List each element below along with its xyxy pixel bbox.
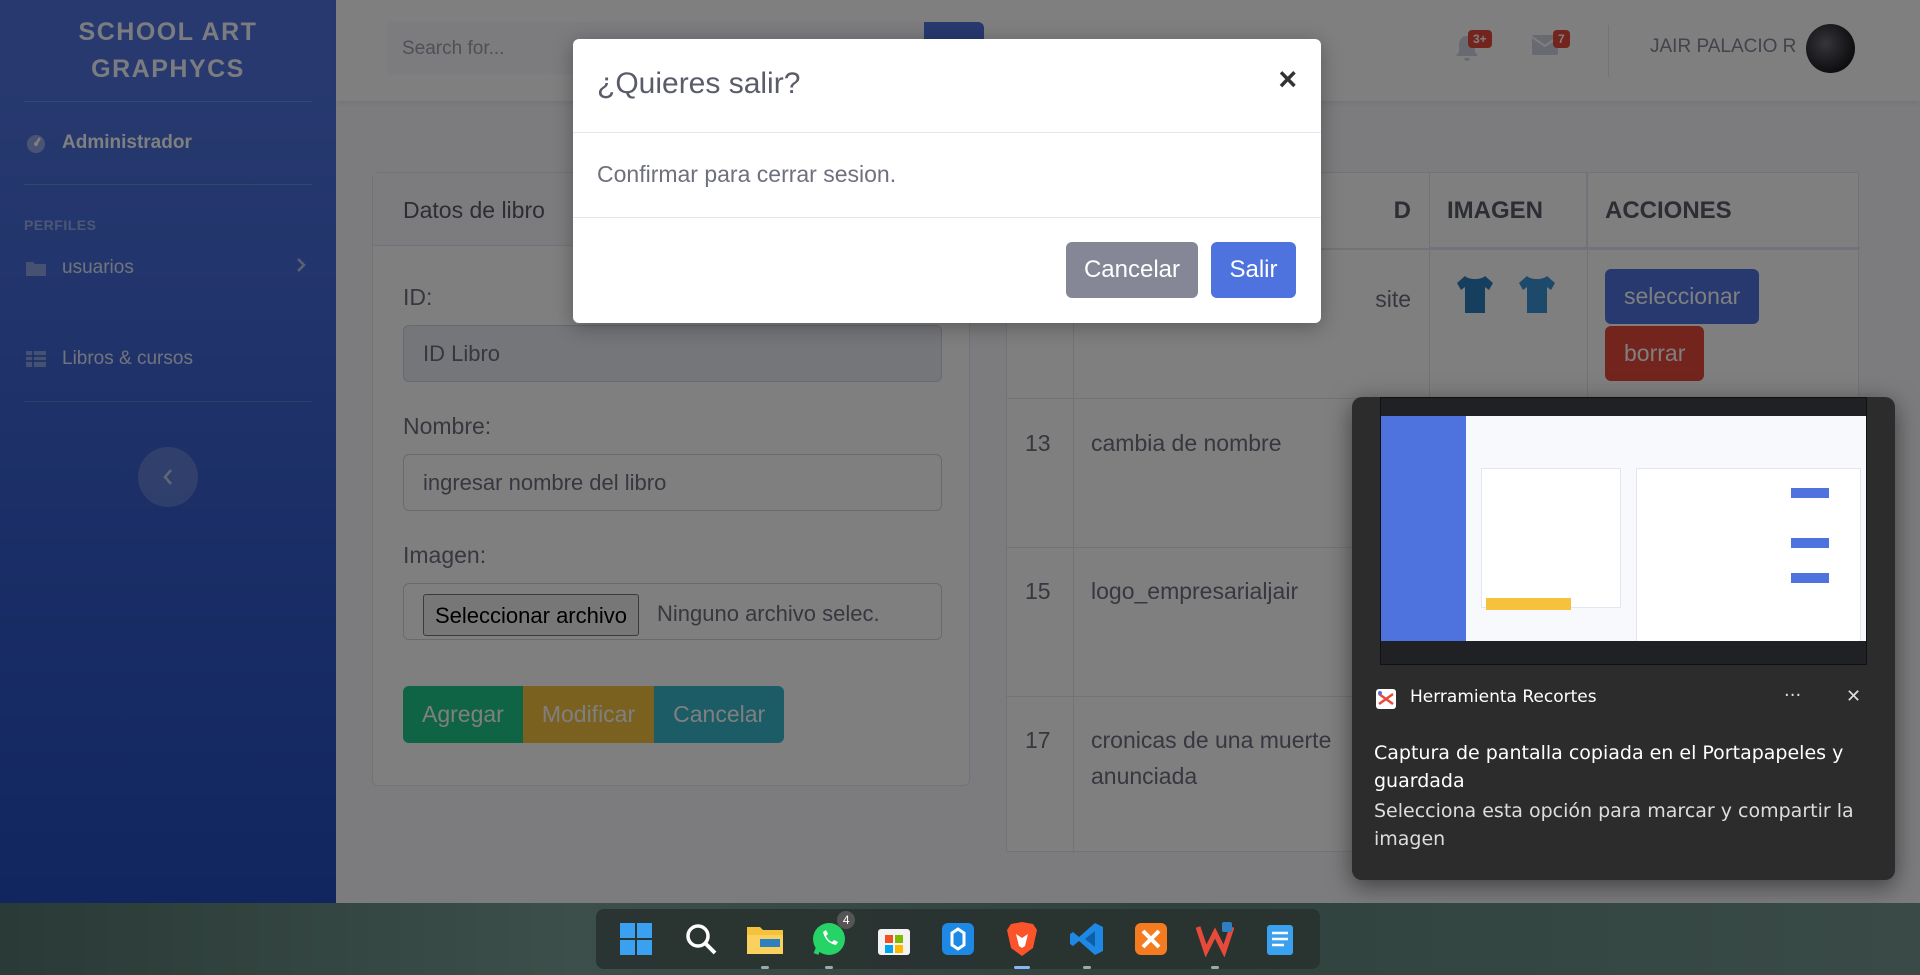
wps-icon[interactable]	[1193, 917, 1237, 969]
modal-header: ¿Quieres salir? ×	[573, 39, 1321, 133]
snipping-tool-icon	[1374, 687, 1398, 715]
taskbar: 4	[0, 903, 1920, 975]
toast-app-name: Herramienta Recortes	[1410, 687, 1597, 707]
xampp-icon[interactable]	[1129, 917, 1173, 961]
modal-footer: Cancelar Salir	[573, 218, 1321, 322]
logout-modal: ¿Quieres salir? × Confirmar para cerrar …	[573, 39, 1321, 323]
modal-title: ¿Quieres salir?	[597, 67, 801, 100]
cancel-button[interactable]: Cancelar	[1066, 242, 1198, 298]
running-indicator	[1014, 966, 1031, 969]
start-icon[interactable]	[614, 917, 658, 961]
screenshot-preview[interactable]	[1380, 397, 1867, 665]
running-indicator	[1211, 966, 1220, 969]
brave-icon[interactable]	[1000, 917, 1044, 969]
modal-body: Confirmar para cerrar sesion.	[573, 133, 1321, 218]
taskbar-apps: 4	[596, 909, 1320, 969]
running-indicator	[1082, 966, 1091, 969]
vscode-icon[interactable]	[1065, 917, 1109, 969]
more-options-icon[interactable]: ···	[1784, 685, 1801, 706]
close-icon[interactable]: ✕	[1846, 686, 1861, 707]
snipping-tool-notification[interactable]: Herramienta Recortes ··· ✕ Captura de pa…	[1352, 397, 1895, 880]
toast-subtitle: Selecciona esta opción para marcar y com…	[1374, 800, 1854, 850]
toast-title: Captura de pantalla copiada en el Portap…	[1374, 742, 1844, 792]
app-icon[interactable]	[936, 917, 980, 961]
notepad-icon[interactable]	[1258, 917, 1302, 961]
logout-button[interactable]: Salir	[1211, 242, 1296, 298]
whatsapp-icon[interactable]: 4	[807, 911, 856, 969]
running-indicator	[760, 966, 769, 969]
running-indicator	[825, 966, 834, 969]
whatsapp-badge: 4	[837, 911, 856, 929]
close-icon[interactable]: ×	[1278, 63, 1297, 95]
file-explorer-icon[interactable]	[743, 917, 787, 969]
search-icon[interactable]	[679, 917, 723, 961]
store-icon[interactable]	[872, 917, 916, 961]
